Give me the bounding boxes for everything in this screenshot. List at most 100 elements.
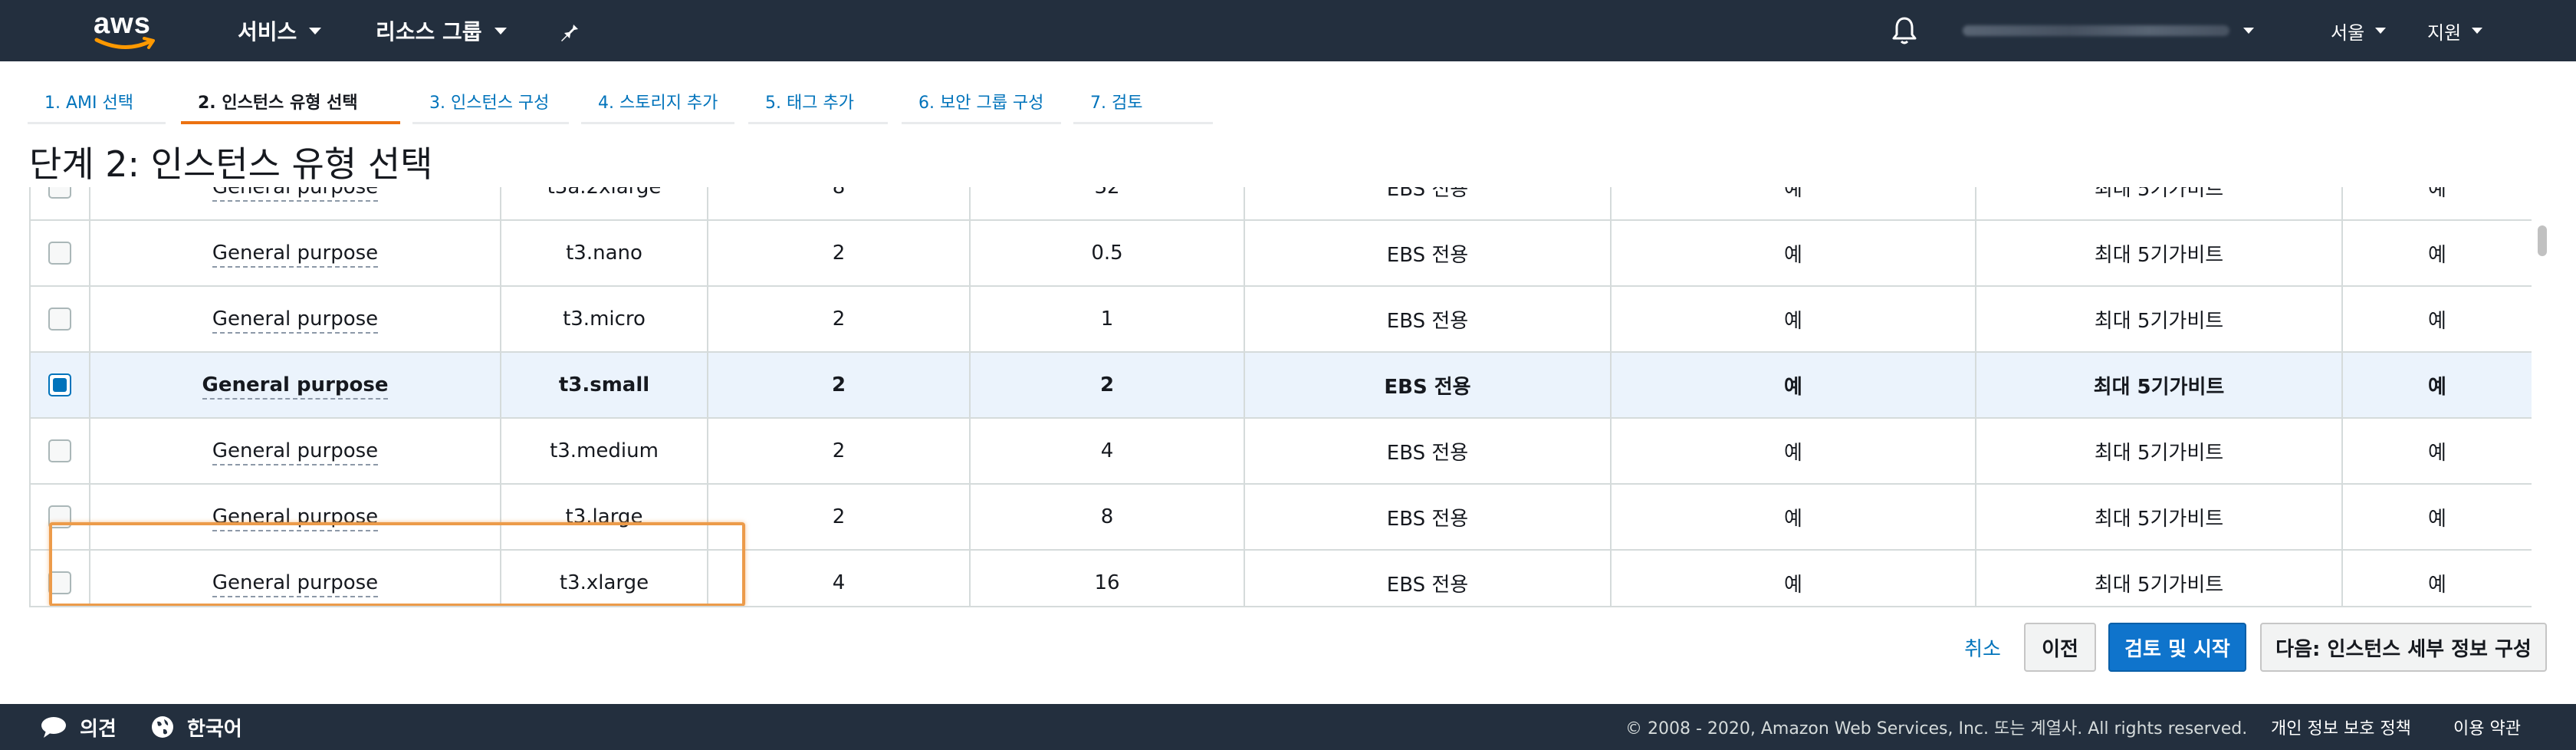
review-and-launch-button[interactable]: 검토 및 시작	[2108, 623, 2246, 672]
instance-type: t3.nano	[500, 220, 708, 287]
language-selector[interactable]: 한국어	[150, 704, 242, 750]
chevron-down-icon	[309, 27, 322, 35]
instance-family[interactable]: General purpose	[212, 439, 379, 465]
chevron-down-icon	[494, 27, 507, 35]
instance-family[interactable]: General purpose	[212, 505, 379, 531]
ipv6-support: 예	[2341, 187, 2532, 221]
wizard-step-review[interactable]: 7. 검토	[1073, 77, 1213, 124]
scrollbar-thumb[interactable]	[2538, 225, 2547, 256]
vcpu: 4	[707, 550, 971, 606]
aws-logo[interactable]: aws	[90, 6, 159, 55]
memory: 16	[969, 550, 1245, 606]
network-performance: 최대 5기가비트	[1975, 286, 2343, 353]
memory: 4	[969, 418, 1245, 485]
table-row[interactable]: General purpose t3a.2xlarge 8 32 EBS 전용 …	[29, 187, 2532, 221]
select-cell[interactable]	[29, 550, 90, 606]
pin-icon[interactable]	[558, 17, 584, 43]
support-menu[interactable]: 지원	[2427, 0, 2483, 61]
instance-type: t3.medium	[500, 418, 708, 485]
instance-family[interactable]: General purpose	[212, 308, 379, 334]
wizard-step-instance-type[interactable]: 2. 인스턴스 유형 선택	[181, 77, 400, 124]
instance-storage: EBS 전용	[1244, 220, 1612, 287]
table-scrollbar[interactable]	[2535, 187, 2550, 606]
select-cell[interactable]	[29, 220, 90, 287]
feedback-button[interactable]: 의견	[40, 704, 117, 750]
feedback-label: 의견	[80, 717, 117, 741]
network-performance: 최대 5기가비트	[1975, 550, 2343, 606]
vcpu: 2	[707, 418, 971, 485]
previous-button[interactable]: 이전	[2024, 623, 2096, 672]
vcpu: 2	[707, 484, 971, 551]
services-menu[interactable]: 서비스	[238, 0, 322, 61]
table-row[interactable]: General purpose t3.large 2 8 EBS 전용 예 최대…	[29, 484, 2532, 551]
wizard-step-configure[interactable]: 3. 인스턴스 구성	[412, 77, 569, 124]
select-cell[interactable]	[29, 286, 90, 353]
row-checkbox[interactable]	[48, 187, 71, 199]
instance-family[interactable]: General purpose	[212, 571, 379, 597]
chevron-down-icon	[2243, 28, 2254, 34]
table-row-selected[interactable]: General purpose t3.small 2 2 EBS 전용 예 최대…	[29, 352, 2532, 419]
wizard-step-security-group[interactable]: 6. 보안 그룹 구성	[902, 77, 1061, 124]
table-row[interactable]: General purpose t3.nano 2 0.5 EBS 전용 예 최…	[29, 220, 2532, 287]
ebs-optimized: 예	[1610, 550, 1976, 606]
network-performance: 최대 5기가비트	[1975, 352, 2343, 419]
ebs-optimized: 예	[1610, 418, 1976, 485]
instance-type: t3.micro	[500, 286, 708, 353]
resource-groups-label: 리소스 그룹	[376, 19, 482, 44]
account-menu[interactable]	[1963, 20, 2254, 41]
services-label: 서비스	[238, 19, 297, 44]
next-configure-instance-button[interactable]: 다음: 인스턴스 세부 정보 구성	[2260, 623, 2547, 672]
vcpu: 2	[707, 352, 971, 419]
select-cell[interactable]	[29, 352, 90, 419]
ipv6-support: 예	[2341, 418, 2532, 485]
instance-storage: EBS 전용	[1244, 352, 1612, 419]
instance-family[interactable]: General purpose	[212, 187, 379, 202]
instance-type: t3a.2xlarge	[500, 187, 708, 221]
terms-of-use-link[interactable]: 이용 약관	[2453, 704, 2521, 750]
instance-type: t3.large	[500, 484, 708, 551]
row-checkbox[interactable]	[48, 571, 71, 595]
row-checkbox[interactable]	[48, 308, 71, 331]
privacy-policy-link[interactable]: 개인 정보 보호 정책	[2271, 704, 2411, 750]
select-cell[interactable]	[29, 418, 90, 485]
instance-storage: EBS 전용	[1244, 484, 1612, 551]
network-performance: 최대 5기가비트	[1975, 187, 2343, 221]
memory: 2	[969, 352, 1245, 419]
vcpu: 2	[707, 286, 971, 353]
ebs-optimized: 예	[1610, 187, 1976, 221]
row-checkbox[interactable]	[48, 505, 71, 529]
cancel-button[interactable]: 취소	[1960, 623, 2006, 672]
table-row[interactable]: General purpose t3.xlarge 4 16 EBS 전용 예 …	[29, 550, 2532, 606]
notifications-bell-icon[interactable]	[1891, 15, 1918, 46]
aws-logo-text: aws	[94, 8, 151, 40]
vcpu: 8	[707, 187, 971, 221]
instance-storage: EBS 전용	[1244, 550, 1612, 606]
memory: 8	[969, 484, 1245, 551]
ipv6-support: 예	[2341, 352, 2532, 419]
select-cell[interactable]	[29, 484, 90, 551]
select-cell[interactable]	[29, 187, 90, 221]
table-row[interactable]: General purpose t3.medium 2 4 EBS 전용 예 최…	[29, 418, 2532, 485]
row-checkbox-checked[interactable]	[48, 373, 71, 397]
region-menu[interactable]: 서울	[2331, 0, 2387, 61]
instance-family[interactable]: General purpose	[212, 242, 379, 268]
page-title: 단계 2: 인스턴스 유형 선택	[29, 143, 433, 185]
speech-bubble-icon	[41, 717, 66, 738]
row-checkbox[interactable]	[48, 439, 71, 463]
table-row[interactable]: General purpose t3.micro 2 1 EBS 전용 예 최대…	[29, 286, 2532, 353]
wizard-step-storage[interactable]: 4. 스토리지 추가	[581, 77, 734, 124]
instance-type: t3.xlarge	[500, 550, 708, 606]
resource-groups-menu[interactable]: 리소스 그룹	[376, 0, 507, 61]
instance-type-table: General purpose t3a.2xlarge 8 32 EBS 전용 …	[29, 187, 2532, 607]
ebs-optimized: 예	[1610, 352, 1976, 419]
wizard-step-tags[interactable]: 5. 태그 추가	[748, 77, 888, 124]
instance-storage: EBS 전용	[1244, 418, 1612, 485]
row-checkbox[interactable]	[48, 242, 71, 265]
instance-family[interactable]: General purpose	[202, 373, 389, 400]
region-label: 서울	[2331, 21, 2365, 44]
memory: 32	[969, 187, 1245, 221]
ipv6-support: 예	[2341, 286, 2532, 353]
network-performance: 최대 5기가비트	[1975, 484, 2343, 551]
wizard-step-ami[interactable]: 1. AMI 선택	[28, 77, 166, 124]
support-label: 지원	[2427, 21, 2462, 44]
